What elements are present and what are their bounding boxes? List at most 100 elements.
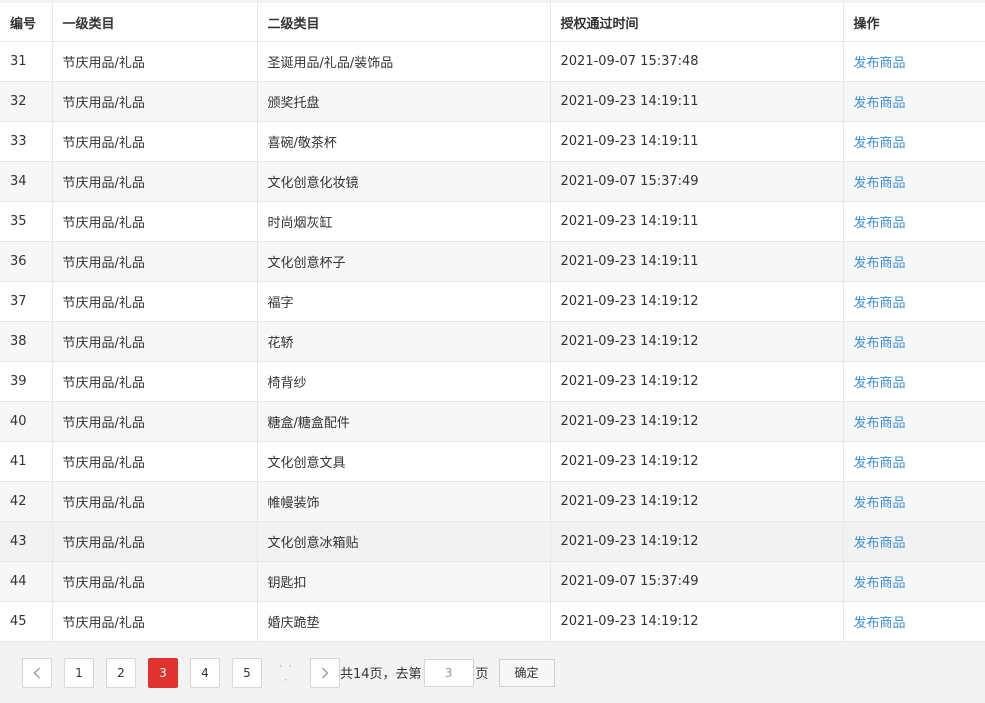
publish-product-link[interactable]: 发布商品 <box>854 136 906 151</box>
cell-category-1: 节庆用品/礼品 <box>52 401 258 442</box>
publish-product-link[interactable]: 发布商品 <box>854 416 906 431</box>
cell-auth-time: 2021-09-07 15:37:49 <box>550 561 844 602</box>
cell-category-2: 颁奖托盘 <box>257 81 551 122</box>
cell-id: 41 <box>0 441 53 482</box>
cell-category-2: 糖盒/糖盒配件 <box>257 401 551 442</box>
cell-category-2: 时尚烟灰缸 <box>257 201 551 242</box>
cell-auth-time: 2021-09-23 14:19:12 <box>550 281 844 322</box>
page-button-4[interactable]: 4 <box>190 657 220 688</box>
table-row: 32 节庆用品/礼品 颁奖托盘 2021-09-23 14:19:11 发布商品 <box>0 81 985 122</box>
cell-category-1: 节庆用品/礼品 <box>52 41 258 82</box>
page-button-2[interactable]: 2 <box>106 657 136 688</box>
total-pages-text: 共14页，去第 <box>340 667 422 682</box>
publish-product-link[interactable]: 发布商品 <box>854 296 906 311</box>
cell-auth-time: 2021-09-23 14:19:12 <box>550 361 844 402</box>
cell-id: 40 <box>0 401 53 442</box>
publish-product-link[interactable]: 发布商品 <box>854 56 906 71</box>
page-button-5[interactable]: 5 <box>232 657 262 688</box>
cell-category-1: 节庆用品/礼品 <box>52 561 258 602</box>
chevron-left-icon <box>33 667 40 678</box>
goto-page-input[interactable] <box>423 658 474 687</box>
cell-action: 发布商品 <box>843 201 985 242</box>
category-table: 编号 一级类目 二级类目 授权通过时间 操作 31 节庆用品/礼品 圣诞用品/礼品/… <box>0 3 985 642</box>
next-page-button[interactable] <box>310 657 340 688</box>
cell-category-1: 节庆用品/礼品 <box>52 201 258 242</box>
pagination: 1 2 3 4 5 · · · 共14页，去第 页 确定 <box>22 657 555 688</box>
cell-id: 45 <box>0 601 53 642</box>
cell-category-1: 节庆用品/礼品 <box>52 481 258 522</box>
table-row: 45 节庆用品/礼品 婚庆跪垫 2021-09-23 14:19:12 发布商品 <box>0 601 985 642</box>
table-row: 37 节庆用品/礼品 福字 2021-09-23 14:19:12 发布商品 <box>0 281 985 322</box>
cell-id: 35 <box>0 201 53 242</box>
publish-product-link[interactable]: 发布商品 <box>854 536 906 551</box>
cell-action: 发布商品 <box>843 81 985 122</box>
cell-id: 31 <box>0 41 53 82</box>
publish-product-link[interactable]: 发布商品 <box>854 496 906 511</box>
cell-auth-time: 2021-09-23 14:19:12 <box>550 441 844 482</box>
publish-product-link[interactable]: 发布商品 <box>854 256 906 271</box>
cell-category-1: 节庆用品/礼品 <box>52 241 258 282</box>
column-header-action: 操作 <box>843 3 985 42</box>
publish-product-link[interactable]: 发布商品 <box>854 456 906 471</box>
publish-product-link[interactable]: 发布商品 <box>854 376 906 391</box>
page-button-1[interactable]: 1 <box>64 657 94 688</box>
cell-auth-time: 2021-09-07 15:37:49 <box>550 161 844 202</box>
cell-category-1: 节庆用品/礼品 <box>52 441 258 482</box>
table-row: 34 节庆用品/礼品 文化创意化妆镜 2021-09-07 15:37:49 发布商品 <box>0 161 985 202</box>
table-row: 38 节庆用品/礼品 花轿 2021-09-23 14:19:12 发布商品 <box>0 321 985 362</box>
cell-category-2: 文化创意冰箱贴 <box>257 521 551 562</box>
confirm-goto-button[interactable]: 确定 <box>498 658 555 687</box>
cell-auth-time: 2021-09-23 14:19:12 <box>550 521 844 562</box>
cell-category-2: 圣诞用品/礼品/装饰品 <box>257 41 551 82</box>
cell-auth-time: 2021-09-23 14:19:12 <box>550 401 844 442</box>
cell-id: 38 <box>0 321 53 362</box>
publish-product-link[interactable]: 发布商品 <box>854 176 906 191</box>
cell-action: 发布商品 <box>843 361 985 402</box>
cell-category-1: 节庆用品/礼品 <box>52 361 258 402</box>
cell-action: 发布商品 <box>843 241 985 282</box>
cell-action: 发布商品 <box>843 321 985 362</box>
cell-action: 发布商品 <box>843 281 985 322</box>
table-row: 33 节庆用品/礼品 喜碗/敬茶杯 2021-09-23 14:19:11 发布商品 <box>0 121 985 162</box>
publish-product-link[interactable]: 发布商品 <box>854 216 906 231</box>
cell-category-1: 节庆用品/礼品 <box>52 121 258 162</box>
table-header-row: 编号 一级类目 二级类目 授权通过时间 操作 <box>0 3 985 42</box>
cell-category-1: 节庆用品/礼品 <box>52 601 258 642</box>
cell-id: 33 <box>0 121 53 162</box>
cell-category-2: 钥匙扣 <box>257 561 551 602</box>
publish-product-link[interactable]: 发布商品 <box>854 336 906 351</box>
cell-auth-time: 2021-09-07 15:37:48 <box>550 41 844 82</box>
table-row: 31 节庆用品/礼品 圣诞用品/礼品/装饰品 2021-09-07 15:37:48 发… <box>0 41 985 82</box>
cell-id: 37 <box>0 281 53 322</box>
publish-product-link[interactable]: 发布商品 <box>854 576 906 591</box>
column-header-id: 编号 <box>0 3 53 42</box>
cell-category-1: 节庆用品/礼品 <box>52 81 258 122</box>
cell-id: 39 <box>0 361 53 402</box>
cell-action: 发布商品 <box>843 561 985 602</box>
prev-page-button[interactable] <box>22 657 52 688</box>
table-row: 41 节庆用品/礼品 文化创意文具 2021-09-23 14:19:12 发布商品 <box>0 441 985 482</box>
page-button-3-current[interactable]: 3 <box>148 657 178 688</box>
cell-category-1: 节庆用品/礼品 <box>52 161 258 202</box>
cell-action: 发布商品 <box>843 401 985 442</box>
table-row: 35 节庆用品/礼品 时尚烟灰缸 2021-09-23 14:19:11 发布商品 <box>0 201 985 242</box>
cell-action: 发布商品 <box>843 41 985 82</box>
cell-category-2: 花轿 <box>257 321 551 362</box>
cell-category-1: 节庆用品/礼品 <box>52 281 258 322</box>
publish-product-link[interactable]: 发布商品 <box>854 96 906 111</box>
publish-product-link[interactable]: 发布商品 <box>854 616 906 631</box>
cell-id: 32 <box>0 81 53 122</box>
column-header-category-1: 一级类目 <box>52 3 258 42</box>
table-row: 42 节庆用品/礼品 帷幔装饰 2021-09-23 14:19:12 发布商品 <box>0 481 985 522</box>
cell-category-2: 文化创意文具 <box>257 441 551 482</box>
cell-category-2: 椅背纱 <box>257 361 551 402</box>
cell-auth-time: 2021-09-23 14:19:11 <box>550 201 844 242</box>
cell-category-2: 文化创意杯子 <box>257 241 551 282</box>
cell-category-2: 福字 <box>257 281 551 322</box>
column-header-category-2: 二级类目 <box>257 3 551 42</box>
cell-category-2: 文化创意化妆镜 <box>257 161 551 202</box>
cell-auth-time: 2021-09-23 14:19:11 <box>550 121 844 162</box>
page: 编号 一级类目 二级类目 授权通过时间 操作 31 节庆用品/礼品 圣诞用品/礼品/… <box>0 0 985 703</box>
chevron-right-icon <box>322 667 329 678</box>
cell-category-1: 节庆用品/礼品 <box>52 321 258 362</box>
